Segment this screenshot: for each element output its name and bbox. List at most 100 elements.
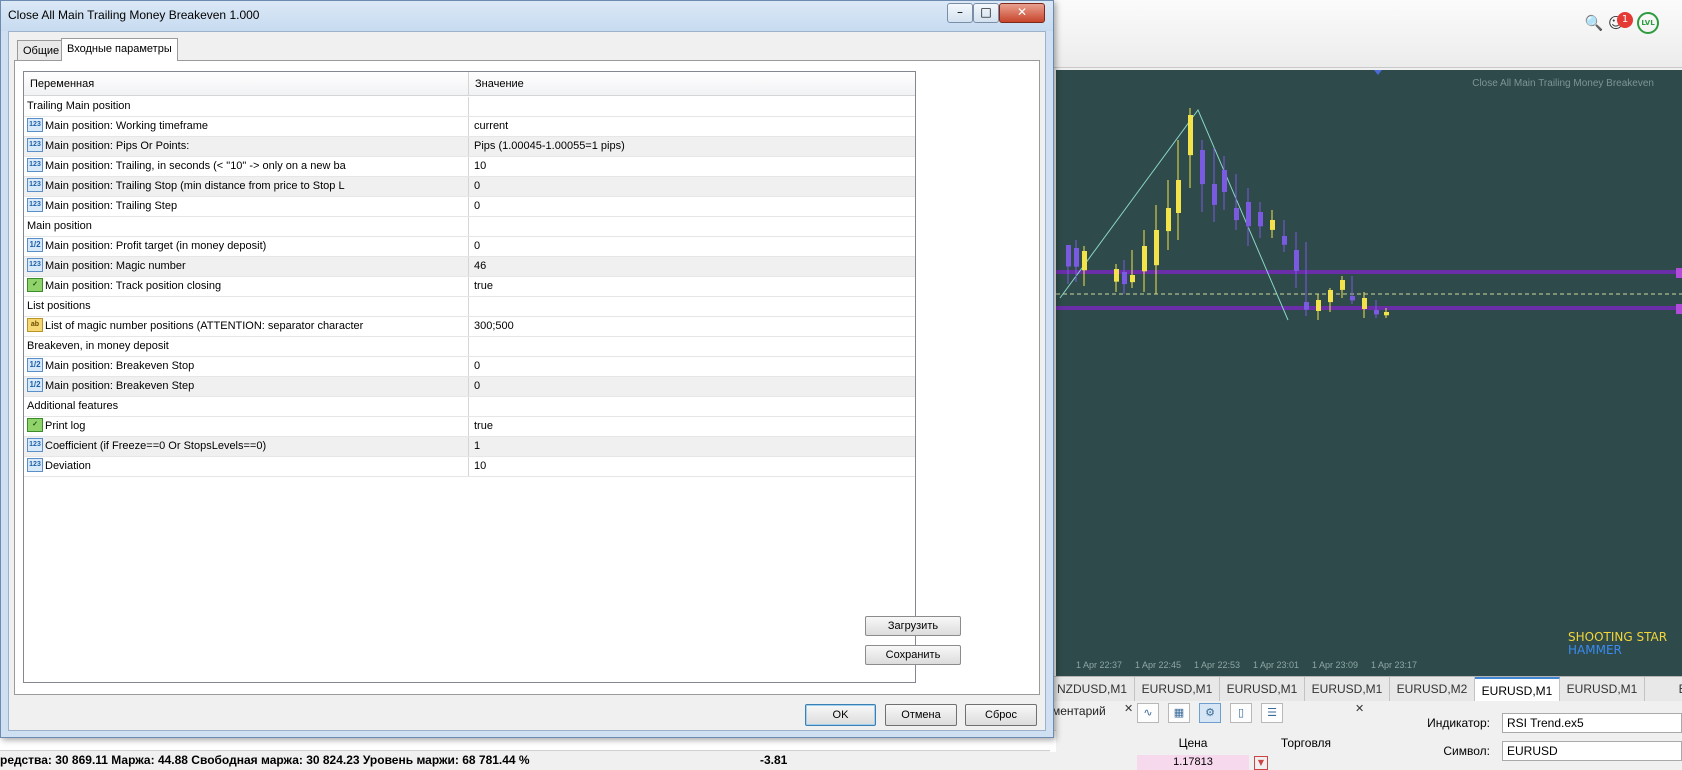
integer-type-icon: 123	[27, 458, 43, 473]
price-marker	[1676, 268, 1682, 278]
parameter-value[interactable]: current	[474, 117, 508, 136]
parameter-name: 123 Main position: Pips Or Points:	[24, 137, 469, 156]
parameter-value[interactable]: 0	[474, 197, 480, 216]
candle-body	[1188, 115, 1193, 156]
chart-tab[interactable]: EURUSD,M1	[1475, 677, 1560, 701]
parameter-name-text: Additional features	[27, 400, 119, 412]
grid-icon[interactable]: ▦	[1168, 703, 1190, 723]
parameter-row[interactable]: 123 Coefficient (if Freeze==0 Or StopsLev…	[24, 437, 915, 457]
parameter-name: 1/2 Main position: Profit target (in mone…	[24, 237, 469, 256]
column-icon[interactable]: ▯	[1230, 703, 1252, 723]
parameter-group-row[interactable]: List positions	[24, 297, 915, 317]
candle-body	[1234, 208, 1239, 221]
lvl-icon[interactable]: LVL	[1637, 12, 1659, 34]
parameter-name: 123 Main position: Magic number	[24, 257, 469, 276]
parameter-group-row[interactable]: Main position	[24, 217, 915, 237]
load-button[interactable]: Загрузить	[865, 616, 961, 636]
ok-button[interactable]: OK	[805, 704, 876, 726]
shooting-star-label: SHOOTING STAR	[1568, 630, 1668, 644]
chart-tab[interactable]: EURUSD,M1	[1220, 677, 1305, 701]
parameter-row[interactable]: ✓ Print log true	[24, 417, 915, 437]
parameter-row[interactable]: 1/2 Main position: Profit target (in mone…	[24, 237, 915, 257]
parameter-row[interactable]: 123 Deviation 10	[24, 457, 915, 477]
parameter-row[interactable]: 123 Main position: Trailing, in seconds (…	[24, 157, 915, 177]
parameter-value[interactable]: 0	[474, 237, 480, 256]
time-tick-label: 1 Apr 22:53	[1194, 660, 1241, 670]
cancel-button[interactable]: Отмена	[885, 704, 957, 726]
chart-tab[interactable]: EURUSD,M1	[1560, 677, 1645, 701]
integer-type-icon: 123	[27, 178, 43, 193]
chevron-down-icon[interactable]: ▼	[1254, 756, 1268, 770]
indicator-select[interactable]: RSI Trend.ex5	[1502, 713, 1682, 733]
parameter-value[interactable]: 0	[474, 357, 480, 376]
parameter-group-row[interactable]: Breakeven, in money deposit	[24, 337, 915, 357]
close-icon[interactable]: ✕	[1124, 702, 1133, 715]
candle-body	[1074, 248, 1079, 267]
hammer-label: HAMMER	[1568, 643, 1622, 657]
candle-body	[1066, 245, 1071, 267]
parameter-name-text: Main position: Breakeven Stop	[45, 360, 195, 372]
maximize-button[interactable]: □	[973, 3, 999, 23]
parameter-value[interactable]: 300;500	[474, 317, 514, 336]
reset-button[interactable]: Сброс	[965, 704, 1037, 726]
minimize-button[interactable]: –	[947, 3, 973, 23]
candle-body	[1200, 150, 1205, 185]
parameter-row[interactable]: ✓ Main position: Track position closing tr…	[24, 277, 915, 297]
parameter-value[interactable]: 0	[474, 377, 480, 396]
close-button[interactable]: ✕	[999, 3, 1045, 23]
symbol-select[interactable]: EURUSD	[1502, 741, 1682, 761]
chart-tab[interactable]: EU	[1645, 677, 1682, 701]
parameter-row[interactable]: 123 Main position: Pips Or Points: Pips (1…	[24, 137, 915, 157]
chart-tab[interactable]: EURUSD,M2	[1390, 677, 1475, 701]
close-icon[interactable]: ✕	[1355, 702, 1364, 715]
chart-indicator-label: Close All Main Trailing Money Breakeven	[1472, 78, 1654, 89]
inputs-dialog: Close All Main Trailing Money Breakeven …	[0, 0, 1054, 738]
parameter-value[interactable]: 1	[474, 437, 480, 456]
parameter-value[interactable]: 10	[474, 157, 486, 176]
parameter-name: 123 Main position: Trailing Stop (min dis…	[24, 177, 469, 196]
chart-tab[interactable]: EURUSD,M1	[1305, 677, 1390, 701]
column-header-value[interactable]: Значение	[469, 72, 915, 96]
chart-settings-icon[interactable]: ⚙	[1199, 703, 1221, 723]
parameter-row[interactable]: ab List of magic number positions (ATTENT…	[24, 317, 915, 337]
parameter-group-row[interactable]: Trailing Main position	[24, 97, 915, 117]
parameter-row[interactable]: 123 Main position: Trailing Step 0	[24, 197, 915, 217]
dialog-title: Close All Main Trailing Money Breakeven …	[8, 8, 260, 22]
parameter-name-text: List of magic number positions (ATTENTIO…	[45, 320, 364, 332]
candle-body	[1294, 250, 1299, 271]
chart-tab[interactable]: EURUSD,M1	[1135, 677, 1220, 701]
list-icon[interactable]: ☰	[1261, 703, 1283, 723]
parameter-row[interactable]: 1/2 Main position: Breakeven Step 0	[24, 377, 915, 397]
parameter-row[interactable]: 123 Main position: Working timeframe curre…	[24, 117, 915, 137]
parameter-value[interactable]: 46	[474, 257, 486, 276]
parameter-row[interactable]: 123 Main position: Magic number 46	[24, 257, 915, 277]
parameter-value[interactable]: true	[474, 417, 493, 436]
dialog-titlebar[interactable]: Close All Main Trailing Money Breakeven …	[1, 1, 1053, 31]
price-marker	[1676, 304, 1682, 314]
parameter-row[interactable]: 123 Main position: Trailing Stop (min dis…	[24, 177, 915, 197]
parameter-value[interactable]: 10	[474, 457, 486, 476]
chart-line-icon[interactable]: ∿	[1137, 703, 1159, 723]
chart-tab[interactable]: NZDUSD,M1	[1050, 677, 1135, 701]
save-button[interactable]: Сохранить	[865, 645, 961, 665]
parameter-name-text: Main position: Profit target (in money d…	[45, 240, 267, 252]
tab-comments[interactable]: ментарий	[1052, 704, 1106, 718]
parameter-group-row[interactable]: Additional features	[24, 397, 915, 417]
fraction-type-icon: 1/2	[27, 358, 43, 373]
tab-general[interactable]: Общие	[17, 40, 66, 61]
candle-body	[1176, 180, 1181, 213]
boolean-type-icon: ✓	[27, 418, 43, 433]
parameter-name-text: Print log	[45, 420, 86, 432]
column-header-variable[interactable]: Переменная	[24, 72, 469, 96]
candle-body	[1142, 246, 1147, 272]
parameter-name: Additional features	[24, 397, 469, 416]
parameter-value[interactable]: Pips (1.00045-1.00055=1 pips)	[474, 137, 625, 156]
parameter-name: 1/2 Main position: Breakeven Stop	[24, 357, 469, 376]
parameter-row[interactable]: 1/2 Main position: Breakeven Stop 0	[24, 357, 915, 377]
tab-input-parameters[interactable]: Входные параметры	[61, 38, 178, 61]
parameter-value[interactable]: 0	[474, 177, 480, 196]
parameter-value[interactable]: true	[474, 277, 493, 296]
candle-body	[1282, 236, 1287, 245]
search-icon[interactable]: 🔍	[1583, 12, 1605, 34]
price-chart[interactable]: Close All Main Trailing Money Breakeven …	[1056, 70, 1682, 676]
